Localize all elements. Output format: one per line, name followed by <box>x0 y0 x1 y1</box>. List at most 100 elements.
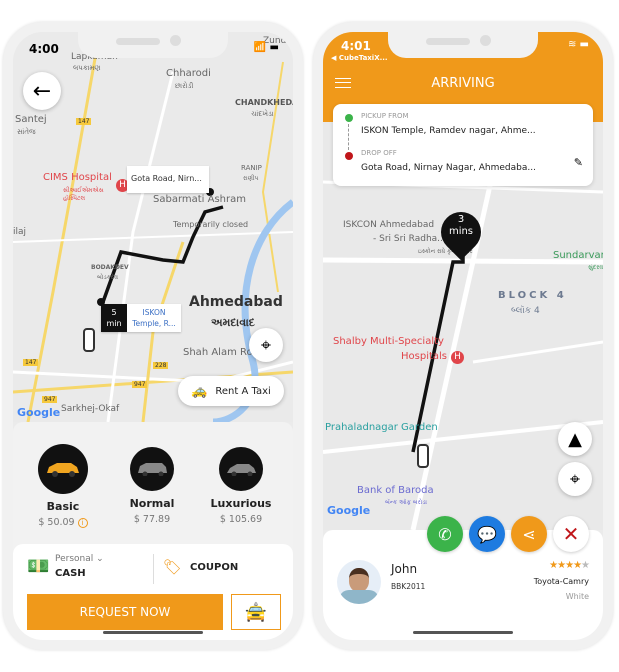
map-label: CHANDKHEDA <box>235 98 293 107</box>
map-label: Ahmedabad <box>189 294 283 310</box>
map-label: ચાંદખેડા <box>251 110 274 118</box>
locate-me-button[interactable]: ⌖ <box>249 328 283 362</box>
map-label: Santej <box>15 114 47 125</box>
pickup-address[interactable]: ISKON Temple, Ramdev nagar, Ahme... <box>361 126 536 136</box>
map-label: Bank of Baroda <box>357 485 434 496</box>
drop-address[interactable]: Gota Road, Nirnay Nagar, Ahmedaba... <box>361 163 536 173</box>
booking-screen: 4:00 📶 ▬ Lapkaman લપકામણ Zundal Chharodi… <box>13 32 293 640</box>
map-label: સીઆઈએમએસ હૉસ્પિટલ <box>63 187 104 202</box>
notch <box>388 32 538 58</box>
map-label: અમદાવાદ <box>211 316 255 329</box>
home-indicator <box>413 631 513 634</box>
chat-icon: 💬 <box>477 524 497 544</box>
back-button[interactable]: ← <box>23 72 61 110</box>
map-label: ISKCON Ahmedabad <box>343 220 435 230</box>
vehicle-normal[interactable]: Normal $ 77.89 <box>112 444 192 525</box>
cash-icon: 💵 <box>27 556 50 577</box>
drop-tooltip: Gota Road, Nirn... <box>127 166 209 193</box>
route-card: PICKUP FROM ISKON Temple, Ramdev nagar, … <box>333 104 593 186</box>
car-marker-icon <box>83 328 95 352</box>
schedule-ride-button[interactable]: 🚖 <box>231 594 281 630</box>
map[interactable]: Lapkaman લપકામણ Zundal Chharodi છારોડી C… <box>13 32 293 422</box>
map-label: Shalby Multi-Specialty <box>333 336 444 347</box>
payment-card: 💵 Personal ⌄ CASH 🏷 COUPON REQUEST NOW 🚖 <box>13 544 293 640</box>
phone-booking: 4:00 📶 ▬ Lapkaman લપકામણ Zundal Chharodi… <box>3 22 303 650</box>
car-marker-icon <box>417 444 429 468</box>
map-label: BODAKDEV <box>91 264 129 271</box>
map-label: બોડકદેવ <box>97 274 118 281</box>
status-time: 4:01 <box>341 39 371 53</box>
eta-value: 3 <box>457 214 465 225</box>
vehicle-name: Normal <box>129 497 175 510</box>
share-icon: ⋖ <box>522 524 536 544</box>
google-logo: Google <box>327 504 371 517</box>
navigation-arrow-icon: ▲ <box>568 428 582 450</box>
route-dotted-line <box>348 124 349 150</box>
vehicle-price: $ 50.09 <box>38 517 75 528</box>
route-shield: 228 <box>153 362 169 369</box>
edit-pencil-icon[interactable]: ✎ <box>574 156 583 169</box>
driver-avatar <box>337 560 381 604</box>
crosshair-icon: ⌖ <box>569 468 581 490</box>
notch <box>78 32 228 58</box>
share-button[interactable]: ⋖ <box>511 516 547 552</box>
rent-taxi-label: Rent A Taxi <box>215 385 271 397</box>
route-shield: 147 <box>23 359 39 366</box>
arriving-screen: 4:01 ◀ CubeTaxiX... ≋ ▬ ARRIVING PICKUP … <box>323 32 603 640</box>
map-label: BLOCK 4 <box>498 290 567 301</box>
coupon-button[interactable]: 🏷 COUPON <box>163 558 238 576</box>
star-icon: ★ <box>581 560 590 571</box>
route-shield: 947 <box>132 381 148 388</box>
status-time: 4:00 <box>29 42 59 56</box>
driver-rating: ★★★★★ <box>549 560 590 571</box>
phone-icon: ✆ <box>438 524 452 544</box>
drop-label: DROP OFF <box>361 149 397 157</box>
driver-name: John <box>391 562 418 576</box>
locate-me-button[interactable]: ⌖ <box>558 462 592 496</box>
car-gray-icon <box>130 447 174 491</box>
map-label: બ્લૉક 4 <box>511 306 540 316</box>
eta-value: 5 <box>111 308 117 317</box>
car-color: White <box>565 592 589 601</box>
home-indicator <box>103 631 203 634</box>
cancel-ride-button[interactable]: ✕ <box>553 516 589 552</box>
taxi-icon: 🚕 <box>191 383 208 399</box>
car-yellow-icon <box>38 444 88 494</box>
vehicle-luxurious[interactable]: Luxurious $ 105.69 <box>201 444 281 525</box>
star-icon: ★ <box>557 560 566 571</box>
eta-pin-text: 3 mins <box>441 214 481 238</box>
route-shield: 947 <box>42 396 58 403</box>
drop-dot-icon <box>345 152 353 160</box>
map-label: સાંતેજ <box>17 128 36 136</box>
vehicle-name: Basic <box>46 500 80 513</box>
map-label: - Sri Sri Radha... <box>373 234 446 244</box>
map-label: લપકામણ <box>73 64 101 72</box>
info-icon[interactable]: i <box>77 518 88 528</box>
driver-panel: ✆ 💬 ⋖ ✕ John BBK2011 ★★★★★ Toyota-Camry … <box>323 516 603 640</box>
map-label: ilaj <box>13 227 27 237</box>
coupon-icon: 🏷 <box>163 558 183 576</box>
coupon-label: COUPON <box>190 561 239 573</box>
call-button[interactable]: ✆ <box>427 516 463 552</box>
driver-plate: BBK2011 <box>391 582 426 591</box>
request-now-button[interactable]: REQUEST NOW <box>27 594 223 630</box>
map-label: છારોડી <box>175 82 194 90</box>
wifi-battery-icon: ≋ ▬ <box>567 39 589 50</box>
navigate-button[interactable]: ▲ <box>558 422 592 456</box>
map-label: રાણીપ <box>243 175 259 182</box>
back-to-app-link[interactable]: ◀ CubeTaxiX... <box>331 54 388 62</box>
map-label: Temporarily closed <box>173 220 249 229</box>
map-label: Sundarvan <box>553 250 603 261</box>
pickup-dot-icon <box>345 114 353 122</box>
chat-button[interactable]: 💬 <box>469 516 505 552</box>
rent-taxi-button[interactable]: 🚕 Rent A Taxi <box>178 376 284 406</box>
vehicle-basic[interactable]: Basic $ 50.09 i <box>23 444 103 528</box>
pickup-tooltip-text: ISKON Temple, R... <box>132 308 176 328</box>
vehicle-price: $ 105.69 <box>219 514 263 525</box>
hospital-icon: H <box>451 351 464 364</box>
crosshair-icon: ⌖ <box>260 334 272 356</box>
pickup-tooltip: 5 min ISKON Temple, R... <box>101 304 181 332</box>
eta-unit: min <box>106 319 122 328</box>
map-label: RANIP <box>241 164 262 172</box>
payment-selector[interactable]: 💵 Personal ⌄ CASH <box>27 554 147 584</box>
